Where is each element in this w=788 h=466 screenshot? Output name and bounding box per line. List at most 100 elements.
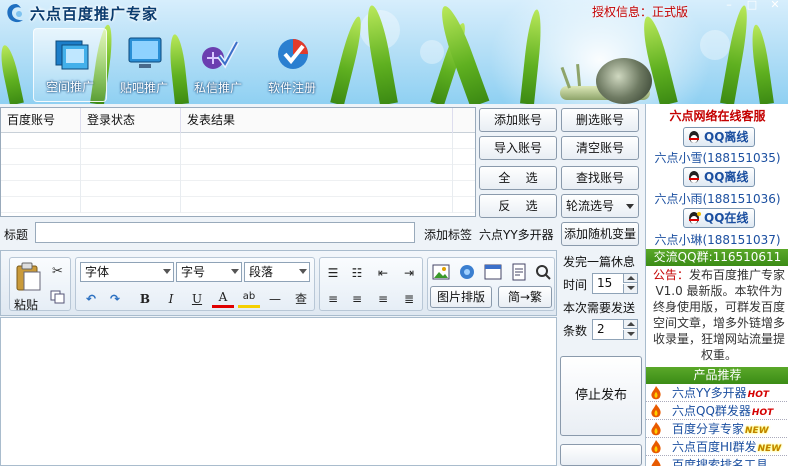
- announcement-text: 发布百度推广专家V1.0 最新版。本软件为终身使用版，可群发百度空间文章，增多外…: [652, 268, 786, 362]
- table-row[interactable]: [1, 165, 475, 181]
- copy-icon[interactable]: [50, 290, 66, 304]
- banner-bokeh: [700, 30, 730, 60]
- product-item[interactable]: 百度搜索排名工具: [646, 457, 788, 466]
- stepper-up-icon[interactable]: [623, 320, 637, 329]
- title-input[interactable]: [35, 222, 415, 243]
- import-account-button[interactable]: 导入账号: [479, 136, 557, 160]
- preview-zoom-icon[interactable]: [534, 263, 552, 281]
- nav-label: 软件注册: [267, 81, 316, 95]
- align-left-icon[interactable]: ≡: [322, 288, 344, 310]
- column-header-filler: [453, 108, 475, 133]
- yy-multi-open-link[interactable]: 六点YY多开器: [479, 226, 554, 243]
- tieba-promotion-icon: [128, 37, 162, 68]
- nav-label: 空间推广: [45, 80, 94, 94]
- secondary-action-button[interactable]: [560, 444, 642, 466]
- cut-icon[interactable]: ✂: [52, 264, 63, 279]
- chevron-down-icon: [163, 269, 171, 274]
- font-color-icon[interactable]: A: [212, 288, 234, 308]
- simplified-to-traditional-button[interactable]: 简→繁: [498, 286, 552, 308]
- nav-tieba-promotion[interactable]: 贴吧推广: [107, 28, 181, 102]
- add-tag-link[interactable]: 添加标签: [424, 226, 472, 243]
- insert-image-icon[interactable]: [432, 263, 450, 281]
- maximize-button[interactable]: □: [741, 0, 763, 12]
- insert-table-icon[interactable]: [484, 263, 502, 281]
- content-editor[interactable]: [0, 317, 557, 466]
- agent-name-3[interactable]: 六点小琳(188151037): [646, 231, 788, 248]
- paste-label[interactable]: 粘贴: [14, 296, 38, 313]
- hot-badge: HOT: [751, 408, 774, 418]
- insert-media-icon[interactable]: [458, 263, 476, 281]
- horizontal-line-icon[interactable]: —: [264, 288, 286, 310]
- nav-space-promotion[interactable]: 空间推广: [33, 28, 107, 102]
- alignment-group: ☰ ☷ ⇤ ⇥ ≡ ≡ ≡ ≣: [319, 257, 423, 311]
- agent-name-1[interactable]: 六点小雪(188151035): [646, 149, 788, 166]
- app-logo-icon: [7, 4, 23, 23]
- insert-emotion-icon[interactable]: [510, 263, 528, 281]
- qq-contact-button-3[interactable]: QQ在线: [683, 208, 755, 228]
- nav-message-promotion[interactable]: 私信推广: [181, 28, 255, 102]
- clear-accounts-button[interactable]: 清空账号: [561, 136, 639, 160]
- column-header-login-status[interactable]: 登录状态: [81, 108, 181, 133]
- chevron-down-icon: [231, 269, 239, 274]
- product-item[interactable]: 六点QQ群发器HOT: [646, 403, 788, 420]
- delete-selected-button[interactable]: 删选账号: [561, 108, 639, 132]
- rotate-select-dropdown[interactable]: 轮流选号: [561, 194, 639, 218]
- post-count-stepper[interactable]: 2: [592, 319, 638, 340]
- bold-icon[interactable]: B: [134, 288, 156, 310]
- editor-toolbar: 粘贴 ✂ 字体 字号 段落 ↶ ↷ B I U A ab — 查 ☰ ☷ ⇤ ⇥…: [0, 250, 557, 316]
- software-register-icon: [278, 39, 308, 69]
- flame-icon: [651, 386, 661, 400]
- highlight-color-icon[interactable]: ab: [238, 288, 260, 308]
- invert-selection-button[interactable]: 反 选: [479, 194, 557, 218]
- product-item[interactable]: 六点百度HI群发NEW: [646, 439, 788, 456]
- product-item[interactable]: 百度分享专家NEW: [646, 421, 788, 438]
- unordered-list-icon[interactable]: ☷: [346, 262, 368, 284]
- add-account-button[interactable]: 添加账号: [479, 108, 557, 132]
- align-right-icon[interactable]: ≡: [372, 288, 394, 310]
- rest-time-stepper[interactable]: 15: [592, 273, 638, 294]
- select-all-button[interactable]: 全 选: [479, 166, 557, 190]
- underline-icon[interactable]: U: [186, 288, 208, 310]
- qq-status: QQ离线: [704, 130, 749, 144]
- qq-contact-button-1[interactable]: QQ离线: [683, 127, 755, 147]
- image-layout-button[interactable]: 图片排版: [430, 286, 492, 308]
- grass-blade: [748, 23, 774, 104]
- stepper-down-icon[interactable]: [623, 284, 637, 293]
- table-row[interactable]: [1, 197, 475, 213]
- table-row[interactable]: [1, 133, 475, 149]
- qq-contact-button-2[interactable]: QQ离线: [683, 167, 755, 187]
- font-family-select[interactable]: 字体: [80, 262, 174, 282]
- account-table[interactable]: 百度账号 登录状态 发表结果: [0, 107, 476, 217]
- stepper-down-icon[interactable]: [623, 330, 637, 339]
- redo-icon[interactable]: ↷: [104, 288, 126, 310]
- paragraph-select[interactable]: 段落: [244, 262, 310, 282]
- table-row[interactable]: [1, 181, 475, 197]
- stop-publish-button[interactable]: 停止发布: [560, 356, 642, 436]
- stepper-up-icon[interactable]: [623, 274, 637, 283]
- rest-time-label: 时间: [563, 278, 588, 292]
- italic-icon[interactable]: I: [160, 288, 182, 310]
- align-center-icon[interactable]: ≡: [346, 288, 368, 310]
- nav-software-register[interactable]: 软件注册: [255, 28, 329, 102]
- minimize-button[interactable]: –: [718, 0, 740, 12]
- ordered-list-icon[interactable]: ☰: [322, 262, 344, 284]
- paste-icon[interactable]: [14, 262, 42, 292]
- find-account-button[interactable]: 查找账号: [561, 166, 639, 190]
- column-header-account[interactable]: 百度账号: [1, 108, 81, 133]
- indent-icon[interactable]: ⇥: [398, 262, 420, 284]
- font-size-select[interactable]: 字号: [176, 262, 242, 282]
- agent-name-2[interactable]: 六点小雨(188151036): [646, 190, 788, 207]
- product-item[interactable]: 六点YY多开器HOT: [646, 385, 788, 402]
- qq-group-banner[interactable]: 交流QQ群:116510611: [646, 249, 788, 266]
- align-justify-icon[interactable]: ≣: [398, 288, 420, 310]
- qq-penguin-icon: [689, 212, 701, 224]
- space-promotion-icon: [55, 40, 89, 70]
- column-header-publish-result[interactable]: 发表结果: [181, 108, 453, 133]
- close-button[interactable]: ✕: [764, 0, 786, 12]
- find-icon[interactable]: 查: [290, 288, 312, 310]
- undo-icon[interactable]: ↶: [80, 288, 102, 310]
- table-row[interactable]: [1, 149, 475, 165]
- product-name: 百度分享专家: [672, 422, 745, 436]
- add-random-variable-button[interactable]: 添加随机变量: [561, 222, 639, 246]
- outdent-icon[interactable]: ⇤: [372, 262, 394, 284]
